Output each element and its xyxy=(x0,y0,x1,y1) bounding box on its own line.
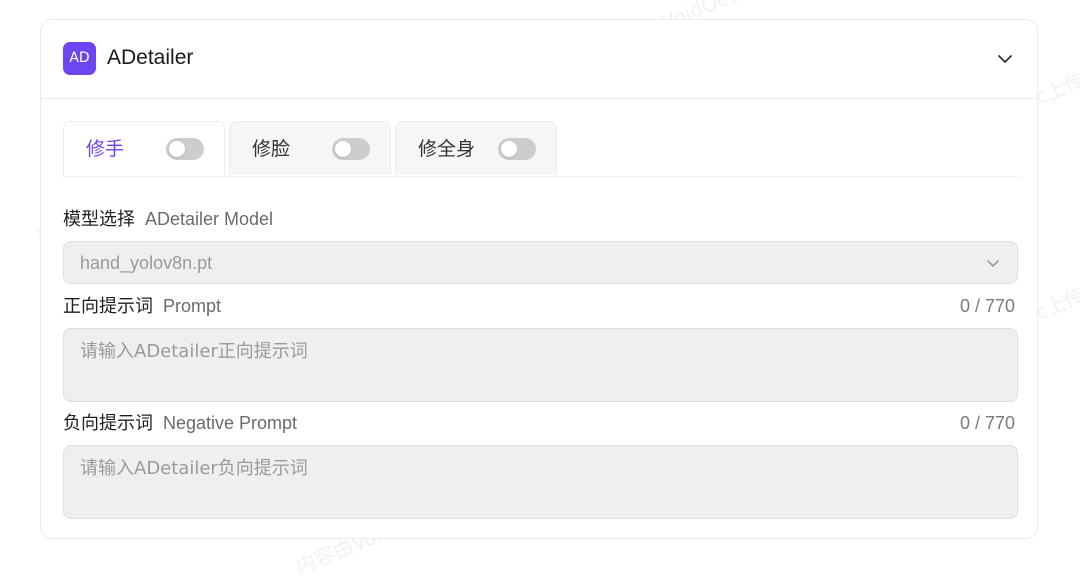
negative-prompt-label-text: 负向提示词 xyxy=(63,413,153,434)
tab-body-fix[interactable]: 修全身 xyxy=(395,121,557,175)
prompt-char-counter: 0 / 770 xyxy=(959,296,1015,316)
toggle-knob xyxy=(169,141,185,157)
prompt-label: 正向提示词 Prompt xyxy=(63,294,221,319)
adetailer-logo-badge: AD xyxy=(63,42,96,75)
panel-title: ADetailer xyxy=(107,46,194,69)
model-select[interactable]: hand_yolov8n.pt xyxy=(63,241,1018,284)
chevron-down-icon[interactable] xyxy=(993,47,1017,71)
hand-fix-toggle[interactable] xyxy=(166,138,204,160)
tab-label: 修手 xyxy=(86,138,125,160)
negative-prompt-placeholder: 请输入ADetailer负向提示词 xyxy=(80,458,308,479)
negative-prompt-char-counter: 0 / 770 xyxy=(959,413,1015,433)
panel-header[interactable]: AD ADetailer xyxy=(41,20,1037,99)
prompt-placeholder: 请输入ADetailer正向提示词 xyxy=(80,341,308,362)
prompt-label-sub: Prompt xyxy=(163,296,222,316)
tab-bar: 修手 修脸 修全身 xyxy=(63,121,1018,177)
body-fix-toggle[interactable] xyxy=(498,138,536,160)
tab-label: 修全身 xyxy=(418,138,476,160)
tab-hand-fix[interactable]: 修手 xyxy=(63,121,225,176)
negative-prompt-textarea[interactable]: 请输入ADetailer负向提示词 xyxy=(63,445,1018,519)
prompt-label-text: 正向提示词 xyxy=(63,296,153,317)
chevron-down-icon xyxy=(983,253,1003,273)
negative-prompt-label: 负向提示词 Negative Prompt xyxy=(63,411,297,436)
model-label-sub: ADetailer Model xyxy=(145,209,274,229)
adetailer-panel: AD ADetailer 修手 修脸 修全身 模型选择 ADetailer Mo… xyxy=(40,19,1038,539)
toggle-knob xyxy=(335,141,351,157)
face-fix-toggle[interactable] xyxy=(332,138,370,160)
model-select-value: hand_yolov8n.pt xyxy=(80,253,213,273)
tab-face-fix[interactable]: 修脸 xyxy=(229,121,391,175)
negative-prompt-label-sub: Negative Prompt xyxy=(163,413,298,433)
model-select-label: 模型选择 ADetailer Model xyxy=(63,207,273,232)
toggle-knob xyxy=(501,141,517,157)
prompt-textarea[interactable]: 请输入ADetailer正向提示词 xyxy=(63,328,1018,402)
tab-label: 修脸 xyxy=(252,138,291,160)
model-label-text: 模型选择 xyxy=(63,209,135,230)
